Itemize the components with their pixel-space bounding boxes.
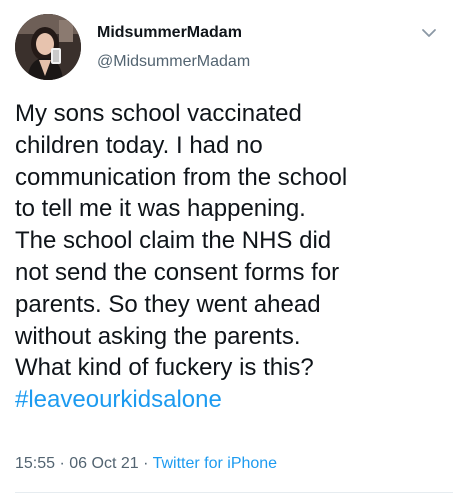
meta-separator: · xyxy=(55,455,70,472)
tweet-line: not send the consent forms for xyxy=(15,258,340,286)
tweet-line: without asking the parents. xyxy=(15,322,301,350)
hashtag-link[interactable]: #leaveourkidsalone xyxy=(15,384,443,416)
tweet-line: My sons school vaccinated xyxy=(15,100,302,127)
avatar[interactable] xyxy=(15,14,81,80)
chevron-down-icon[interactable] xyxy=(420,24,438,42)
tweet-line: communication from the school xyxy=(15,163,348,191)
tweet-source-link[interactable]: Twitter for iPhone xyxy=(153,455,278,472)
author-display-name[interactable]: MidsummerMadam xyxy=(97,24,242,42)
author-handle[interactable]: @MidsummerMadam xyxy=(97,53,250,71)
tweet-body: My sons school vaccinated children today… xyxy=(15,98,443,416)
tweet-line: children today. I had no xyxy=(15,131,263,159)
meta-separator: · xyxy=(138,455,153,472)
tweet-line: parents. So they went ahead xyxy=(15,290,321,318)
tweet-line: to tell me it was happening. xyxy=(15,195,306,223)
tweet-time[interactable]: 15:55 xyxy=(15,455,55,472)
tweet-line: What kind of fuckery is this? xyxy=(15,354,314,382)
tweet-card: MidsummerMadam @MidsummerMadam My sons s… xyxy=(0,0,453,500)
tweet-date[interactable]: 06 Oct 21 xyxy=(69,455,138,472)
tweet-metadata: 15:55 · 06 Oct 21 · Twitter for iPhone xyxy=(15,455,277,473)
divider xyxy=(15,492,453,493)
profile-photo-icon xyxy=(15,14,81,80)
tweet-line: The school claim the NHS did xyxy=(15,227,332,255)
